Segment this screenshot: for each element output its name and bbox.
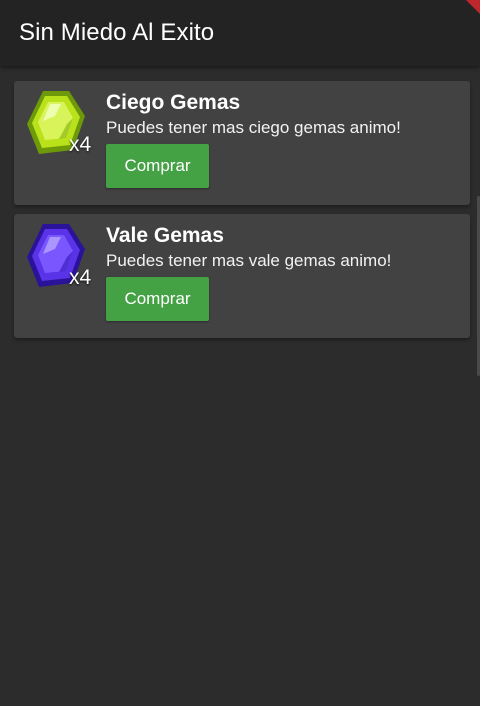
page-title: Sin Miedo Al Exito	[19, 19, 215, 46]
item-description: Puedes tener mas vale gemas animo!	[106, 251, 392, 270]
shop-item-ciego-gemas: x4 Ciego Gemas Puedes tener mas ciego ge…	[14, 81, 470, 205]
app-bar: Sin Miedo Al Exito	[0, 0, 480, 66]
corner-badge-icon	[466, 0, 480, 14]
buy-button-ciego-gemas[interactable]: Comprar	[106, 144, 209, 188]
gem-quantity: x4	[69, 133, 92, 156]
item-title: Vale Gemas	[106, 224, 224, 247]
item-title: Ciego Gemas	[106, 91, 241, 114]
shop-item-vale-gemas: x4 Vale Gemas Puedes tener mas vale gema…	[14, 214, 470, 338]
buy-button-vale-gemas[interactable]: Comprar	[106, 277, 209, 321]
gem-quantity: x4	[69, 266, 92, 289]
item-description: Puedes tener mas ciego gemas animo!	[106, 118, 401, 137]
